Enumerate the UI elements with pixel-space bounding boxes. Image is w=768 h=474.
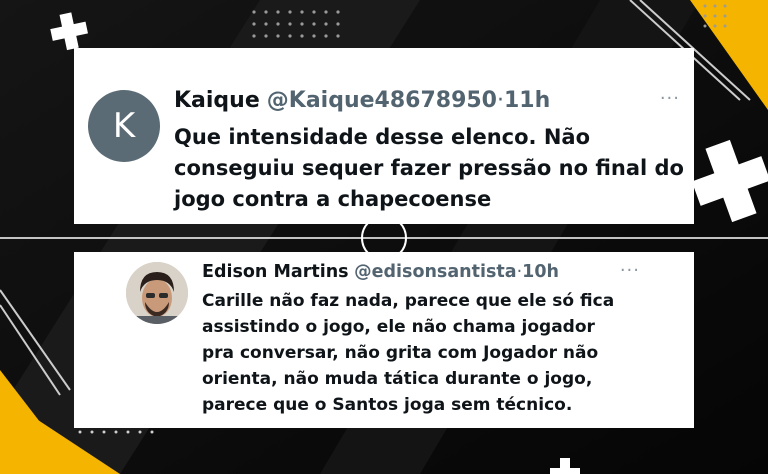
avatar-letter: K [112,106,136,146]
tweet-text-line: parece que o Santos joga sem técnico. [202,395,573,415]
tweet-header: Edison Martins @edisonsantista·10h [202,262,559,282]
tweet-text-line: orienta, não muda tática durante o jogo, [202,369,593,389]
more-options-icon[interactable]: ··· [660,88,680,109]
author-name[interactable]: Kaique [174,88,260,113]
tweet-card: K Kaique @Kaique48678950·11h ··· Que int… [74,48,694,224]
timestamp[interactable]: 10h [522,262,559,282]
tweet-text-line: Que intensidade desse elenco. Não [174,125,591,149]
author-name[interactable]: Edison Martins [202,262,349,282]
author-handle[interactable]: @edisonsantista [354,262,516,282]
tweet-header: Kaique @Kaique48678950·11h [174,88,550,113]
person-photo-icon [126,262,188,324]
timestamp[interactable]: 11h [504,88,550,113]
avatar[interactable] [126,262,188,324]
tweet-text: Que intensidade desse elenco. Não conseg… [174,122,684,215]
tweet-text-line: Carille não faz nada, parece que ele só … [202,291,615,311]
author-handle[interactable]: @Kaique48678950 [267,88,497,113]
tweet-text-line: assistindo o jogo, ele não chama jogador [202,317,595,337]
separator: · [497,88,504,113]
tweet-text: Carille não faz nada, parece que ele só … [202,288,682,418]
more-options-icon[interactable]: ··· [620,260,640,281]
tweet-text-line: conseguiu sequer fazer pressão no final … [174,156,684,180]
tweet-text-line: jogo contra a chapecoense [174,187,492,211]
tweet-text-line: pra conversar, não grita com Jogador não [202,343,599,363]
avatar[interactable]: K [88,90,160,162]
tweet-card: Edison Martins @edisonsantista·10h ··· C… [74,252,694,428]
